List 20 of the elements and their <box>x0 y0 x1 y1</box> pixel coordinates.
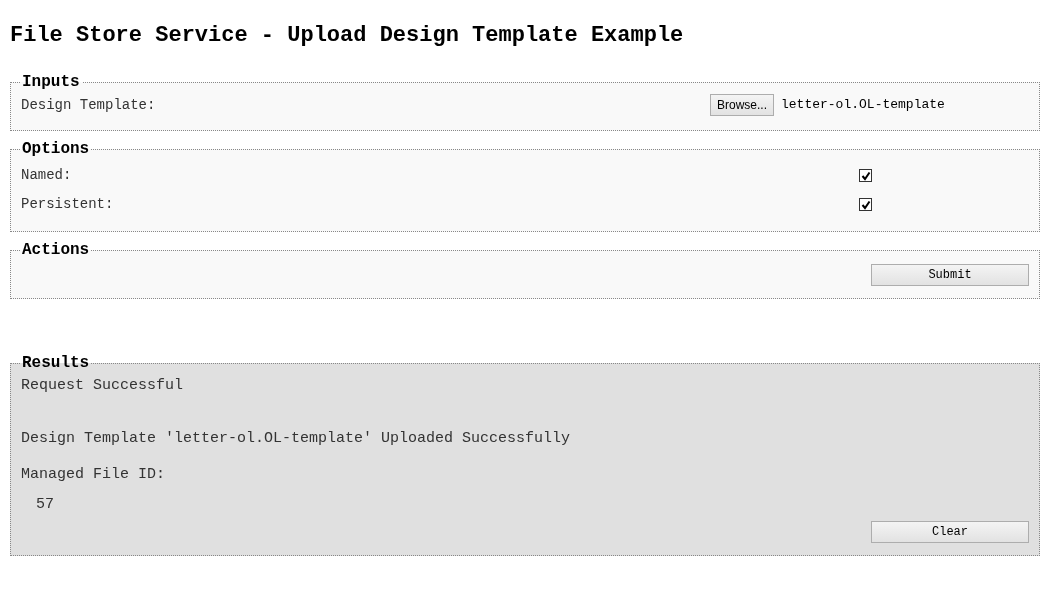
id-label: Managed File ID: <box>21 465 167 485</box>
id-value: 57 <box>36 495 55 515</box>
section-legend: Actions <box>20 238 92 262</box>
option-label: Persistent: <box>21 195 115 214</box>
checkbox[interactable] <box>859 169 872 182</box>
check-icon <box>860 199 871 210</box>
status-text: Request Successful <box>21 376 185 396</box>
page-title: File Store Service - Upload Design Template Example <box>10 22 685 50</box>
section-legend: Inputs <box>20 70 82 94</box>
browse-button[interactable]: Browse... <box>710 94 774 116</box>
check-icon <box>860 170 871 181</box>
file-name: letter-ol.OL-template <box>781 96 945 115</box>
field-label: Design Template: <box>21 95 157 115</box>
result-message: Design Template 'letter-ol.OL-template' Uploaded Successfully <box>21 429 572 449</box>
checkbox[interactable] <box>859 198 872 211</box>
section-legend: Results <box>20 351 92 375</box>
clear-button[interactable]: Clear <box>871 521 1029 543</box>
option-label: Named: <box>21 166 73 185</box>
section-legend: Options <box>20 137 92 161</box>
submit-button[interactable]: Submit <box>871 264 1029 286</box>
